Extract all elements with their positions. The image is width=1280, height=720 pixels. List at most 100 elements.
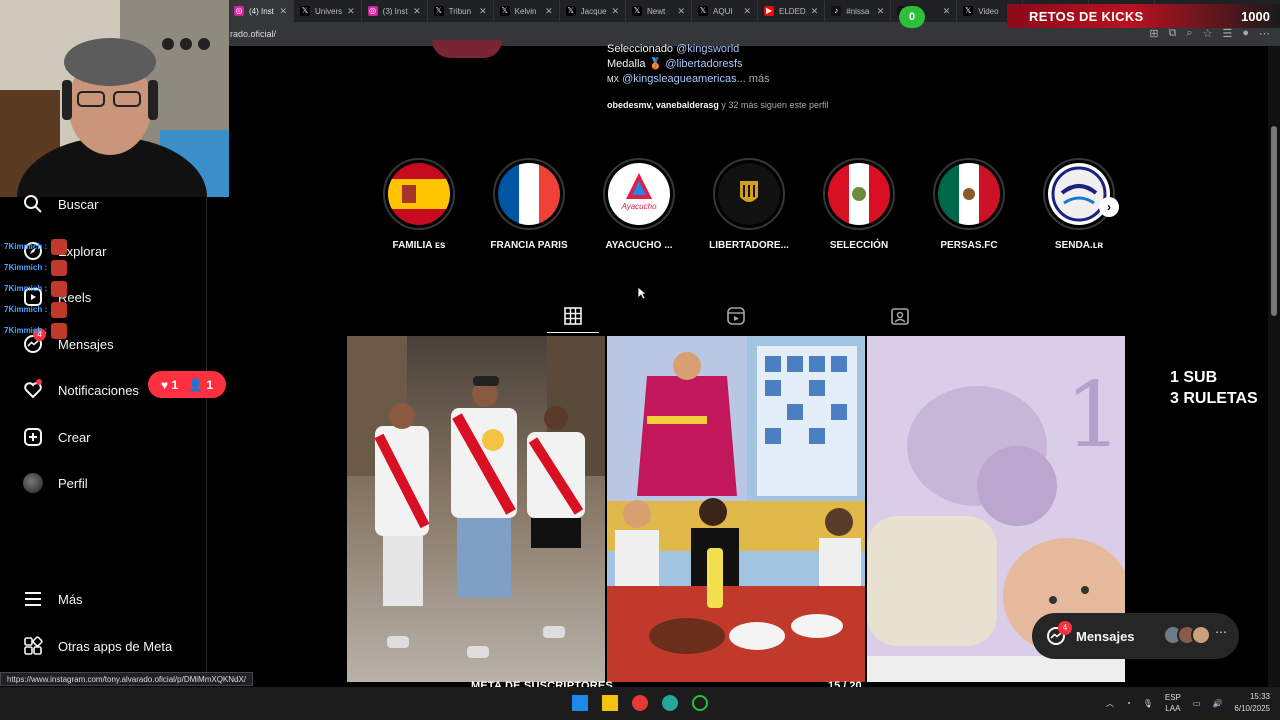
- post-thumbnail[interactable]: [347, 336, 605, 682]
- menu-icon: [22, 588, 44, 610]
- close-icon[interactable]: ✕: [479, 6, 487, 17]
- close-icon[interactable]: ✕: [877, 6, 885, 17]
- profile-icon[interactable]: ●: [1242, 27, 1249, 40]
- scrollbar-thumb[interactable]: [1271, 126, 1277, 316]
- highlight-seleccion[interactable]: SELECCIÓN: [821, 158, 897, 251]
- chat-username: 7Kimmich :: [4, 284, 48, 293]
- browser-tab[interactable]: 𝕏 AQUI ✕: [692, 0, 759, 22]
- close-icon[interactable]: ✕: [611, 6, 619, 17]
- browser-tab[interactable]: ▶ ELDED ✕: [758, 0, 826, 22]
- meta-apps-icon: [22, 635, 44, 657]
- bio-link-kingsworld[interactable]: @kingsworld: [676, 43, 739, 55]
- translate-icon[interactable]: ⧉: [1169, 27, 1177, 40]
- windows-start-icon[interactable]: [572, 695, 588, 711]
- star-icon[interactable]: ☆: [1203, 27, 1213, 40]
- highlights-next-button[interactable]: ›: [1099, 197, 1119, 217]
- highlight-label: FRANCIA PARIS: [490, 240, 568, 251]
- chat-message: 7Kimmich :: [4, 299, 84, 320]
- sidebar-item-notificaciones[interactable]: Notificaciones: [22, 378, 139, 402]
- chat-emote-icon: [51, 238, 68, 255]
- wifi-icon[interactable]: ◔: [1126, 699, 1131, 708]
- chat-message: 7Kimmich :: [4, 278, 84, 299]
- sidebar-item-label: Perfil: [58, 475, 88, 491]
- browser-tab[interactable]: 𝕏 Jacque ✕: [560, 0, 627, 22]
- bio-line-2: Medalla 🥉 @libertadoresfs: [607, 57, 770, 72]
- close-icon[interactable]: ✕: [943, 6, 951, 17]
- sidebar-item-buscar[interactable]: Buscar: [22, 192, 98, 216]
- floating-messages-button[interactable]: 4 Mensajes ⋯: [1032, 613, 1239, 659]
- x-icon: 𝕏: [499, 6, 510, 16]
- close-icon[interactable]: ✕: [347, 6, 355, 17]
- chat-message: 7Kimmich :: [4, 320, 84, 341]
- clock[interactable]: 15:33 6/10/2025: [1234, 691, 1270, 715]
- highlight-francia[interactable]: FRANCIA PARIS: [490, 158, 568, 251]
- stream-chat-overlay: 7Kimmich : 7Kimmich : 7Kimmich : 7Kimmich :…: [4, 236, 84, 341]
- close-icon[interactable]: ✕: [545, 6, 553, 17]
- sidebar-item-perfil[interactable]: Perfil: [22, 471, 88, 495]
- sidebar-item-otras-apps[interactable]: Otras apps de Meta: [22, 634, 172, 658]
- close-icon[interactable]: ✕: [413, 6, 421, 17]
- close-icon[interactable]: ✕: [279, 6, 287, 17]
- app-icon[interactable]: [692, 695, 708, 711]
- browser-tab[interactable]: ◎ (3) Inst ✕: [362, 0, 428, 22]
- reading-list-icon[interactable]: ☰: [1222, 27, 1232, 40]
- retos-value: 1000: [1241, 8, 1270, 24]
- sidebar-item-crear[interactable]: Crear: [22, 425, 91, 449]
- bio-flag-mx: MX: [607, 75, 619, 84]
- sidebar-item-label: Más: [58, 591, 83, 607]
- mic-icon[interactable]: 🎙: [1143, 699, 1153, 708]
- language-top: ESP: [1164, 693, 1181, 702]
- browser-tab[interactable]: 𝕏 Newt ✕: [626, 0, 693, 22]
- bio-link-libertadoresfs[interactable]: @libertadoresfs: [665, 58, 742, 70]
- scrollbar[interactable]: [1268, 46, 1280, 687]
- notifications-badge[interactable]: ♥ 1 👤 1: [148, 371, 226, 398]
- bio-more-link[interactable]: más: [749, 73, 770, 85]
- browser-tab[interactable]: ♪ #nissa ✕: [825, 0, 892, 22]
- highlight-ayacucho[interactable]: Ayacucho AYACUCHO ...: [601, 158, 677, 251]
- close-icon[interactable]: ✕: [811, 6, 819, 17]
- volume-icon[interactable]: 🔊: [1212, 699, 1222, 708]
- status-url: https://www.instagram.com/tony.alvarado.…: [0, 672, 254, 686]
- profile-bio: Seleccionado @kingsworld Medalla 🥉 @libe…: [607, 42, 770, 87]
- browser-tab-label: Newt: [647, 6, 666, 16]
- tab-reels[interactable]: [716, 304, 756, 328]
- chat-username: 7Kimmich :: [4, 263, 48, 272]
- file-explorer-icon[interactable]: [602, 695, 618, 711]
- monitor-icon[interactable]: ▭: [1193, 699, 1201, 708]
- more-icon[interactable]: ⋯: [1215, 625, 1227, 645]
- followed-by-text[interactable]: obedesmv, vanebalderasg y 32 más siguen …: [607, 100, 828, 110]
- browser-tab[interactable]: ◎ (4) Inst ✕: [228, 0, 294, 22]
- tab-posts[interactable]: [553, 304, 593, 328]
- url-text[interactable]: rado.oficial/: [230, 29, 276, 39]
- highlight-label: FAMILIA ᴇs: [392, 240, 446, 251]
- chat-message: 7Kimmich :: [4, 236, 84, 257]
- highlight-persas[interactable]: PERSAS.FC: [931, 158, 1007, 251]
- sidebar-item-mas[interactable]: Más: [22, 587, 83, 611]
- chevron-up-icon[interactable]: ︿: [1106, 698, 1114, 709]
- post-number-text: 1: [1065, 363, 1122, 468]
- app-icon[interactable]: [662, 695, 678, 711]
- close-icon[interactable]: ✕: [743, 6, 751, 17]
- browser-tab[interactable]: 𝕏 Tribun ✕: [428, 0, 494, 22]
- sub-reward-text: 1 SUB 3 RULETAS: [1170, 367, 1258, 409]
- browser-tab[interactable]: 𝕏 Univers ✕: [294, 0, 362, 22]
- browser-tab[interactable]: 𝕏 Kelvin ✕: [494, 0, 560, 22]
- bio-link-kingsleague[interactable]: @kingsleagueamericas...: [622, 73, 746, 85]
- apps-icon[interactable]: ⊞: [1149, 27, 1158, 40]
- language-indicator[interactable]: ESP LAA: [1165, 692, 1181, 714]
- profile-avatar[interactable]: [432, 40, 502, 58]
- tab-tagged[interactable]: [880, 304, 920, 328]
- highlight-libertadores[interactable]: LIBERTADORE...: [709, 158, 789, 251]
- more-icon[interactable]: ⋯: [1259, 27, 1270, 40]
- close-icon[interactable]: ✕: [677, 6, 685, 17]
- post-thumbnail[interactable]: [607, 336, 865, 682]
- highlight-label: SENDA.ʟʀ: [1054, 240, 1104, 251]
- browser-app-icon[interactable]: [632, 695, 648, 711]
- zoom-icon[interactable]: ⌕: [1186, 27, 1192, 40]
- x-icon: 𝕏: [433, 6, 444, 16]
- highlight-label: SELECCIÓN: [829, 240, 889, 251]
- chat-emote-icon: [51, 301, 68, 318]
- highlight-familia[interactable]: FAMILIA ᴇs: [381, 158, 457, 251]
- post-image-family-street: [347, 336, 605, 682]
- avatar: [22, 472, 44, 494]
